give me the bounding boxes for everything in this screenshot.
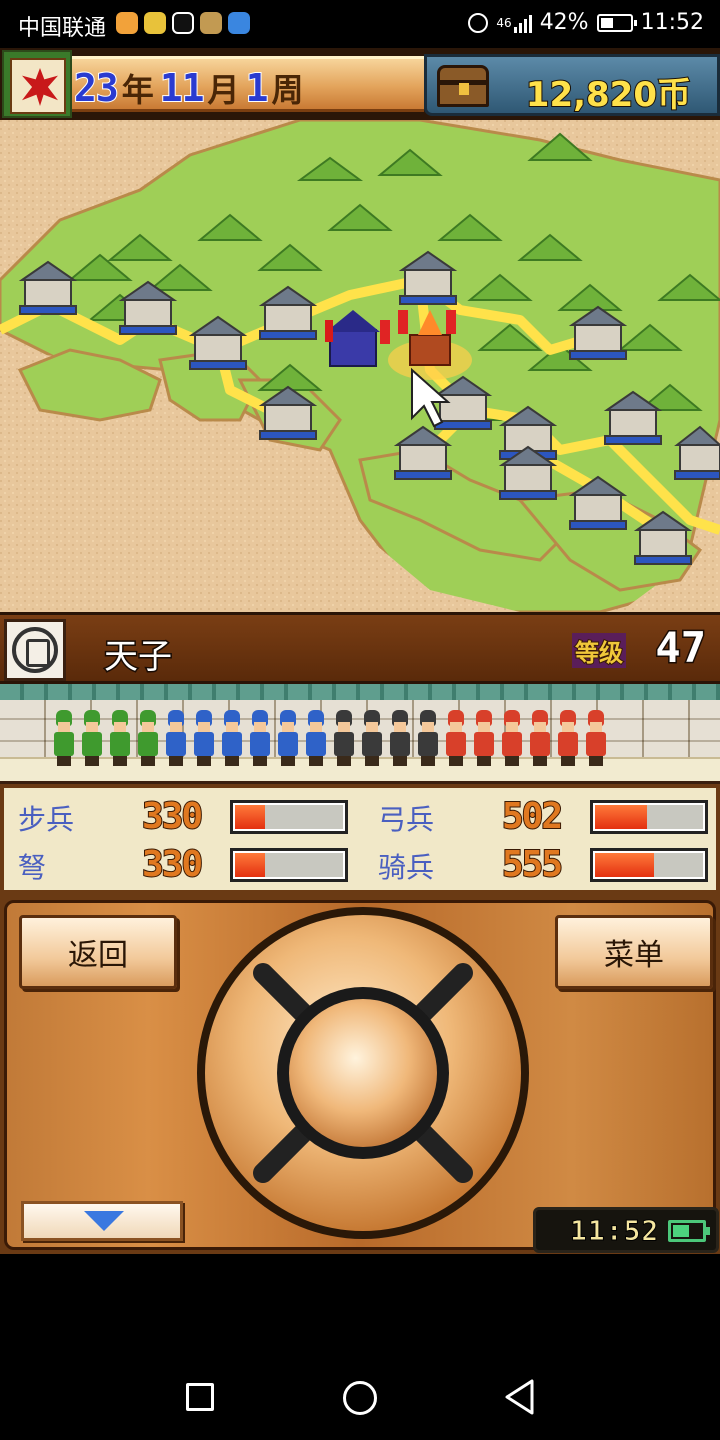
stat-value: 555 [501,843,564,886]
stat-label: 骑兵 [378,851,435,884]
stat-value: 502 [501,795,564,838]
date-month: 11 [159,65,206,111]
soldier-cavalry-icon [470,704,496,770]
chevron-down-icon [84,1211,124,1231]
soldier-infantry-icon [106,704,132,770]
soldier-cavalry-icon [526,704,552,770]
notification-app-icon [144,12,166,34]
soldier-sprites [50,704,610,770]
level-label: 等级 [572,633,626,668]
stat-crossbow: 弩 330 [18,843,358,886]
tiktok-icon [172,12,194,34]
level-value: 47 [654,622,708,674]
system-status-bar: 中国联通 46 42% 11:52 [0,0,720,48]
clock-time: 11:52 [569,1214,660,1248]
soldier-cavalry-icon [442,704,468,770]
stat-archer: 弓兵 502 [378,795,718,838]
world-map[interactable] [0,120,720,612]
stat-value: 330 [141,843,204,886]
soldier-archer-icon [246,704,272,770]
date-bar: 23 年 11 月 1 周 [72,56,424,112]
money-bar: 12,820币 [424,54,720,116]
stat-bar [590,800,708,834]
notification-app-icon [116,12,138,34]
player-name: 天子 [103,636,174,679]
soldier-infantry-icon [50,704,76,770]
battery-icon [668,1220,710,1242]
soldier-infantry-icon [134,704,160,770]
date-month-unit: 月 [207,71,240,109]
home-button[interactable] [343,1381,377,1415]
game-header: 23 年 11 月 1 周 12,820币 [0,48,720,120]
soldier-archer-icon [302,704,328,770]
money-amount: 12,820币 [525,74,692,116]
player-info-bar: 天子 等级 47 [0,612,720,684]
scroll-down-button[interactable] [21,1201,183,1241]
game-clock: 11:52 [533,1207,719,1253]
battery-percent: 42% [539,10,589,35]
back-button[interactable]: 返回 [19,915,177,989]
dpad-center-button[interactable] [289,999,437,1147]
notification-icons [116,12,250,34]
soldier-infantry-icon [78,704,104,770]
stat-value: 330 [141,795,204,838]
status-right: 46 42% 11:52 [468,10,704,35]
controller-panel: 返回 菜单 11:52 [0,894,720,1254]
stat-label: 弓兵 [378,803,435,836]
soldier-cavalry-icon [554,704,580,770]
soldier-crossbow-icon [414,704,440,770]
troop-stats-panel: 步兵 330 弓兵 502 弩 330 骑兵 555 [0,784,720,894]
soldier-archer-icon [190,704,216,770]
stat-bar [230,848,348,882]
stat-label: 步兵 [18,803,75,836]
notification-app-icon [200,12,222,34]
battery-icon [596,13,637,32]
signal-icon [513,13,532,33]
soldier-crossbow-icon [358,704,384,770]
alarm-icon [468,12,489,33]
date-week: 1 [245,65,270,111]
date-year-unit: 年 [121,71,154,109]
dpad-control[interactable] [193,903,533,1243]
stat-label: 弩 [18,851,47,884]
soldier-archer-icon [274,704,300,770]
date-week-unit: 周 [271,71,304,109]
clan-emblem-icon[interactable] [2,50,72,118]
system-nav-bar [0,1350,720,1440]
stat-bar [230,800,348,834]
status-time: 11:52 [640,10,704,35]
map-canvas [0,120,720,612]
back-nav-button[interactable] [504,1378,536,1416]
army-display [0,684,720,784]
shield-app-icon [228,12,250,34]
game-date: 23 年 11 月 1 周 [73,65,309,111]
emblem-burst-icon [10,58,66,114]
soldier-crossbow-icon [386,704,412,770]
stat-cavalry: 骑兵 555 [378,843,718,886]
menu-button[interactable]: 菜单 [555,915,713,989]
stat-bar [590,848,708,882]
treasure-chest-icon [437,65,489,107]
carrier-name: 中国联通 [18,16,107,41]
player-crest-icon [4,619,66,681]
soldier-crossbow-icon [330,704,356,770]
recents-button[interactable] [186,1383,214,1411]
date-year: 23 [73,65,120,111]
soldier-cavalry-icon [582,704,608,770]
stat-infantry: 步兵 330 [18,795,358,838]
network-type: 46 [496,15,512,30]
soldier-archer-icon [218,704,244,770]
soldier-archer-icon [162,704,188,770]
soldier-cavalry-icon [498,704,524,770]
